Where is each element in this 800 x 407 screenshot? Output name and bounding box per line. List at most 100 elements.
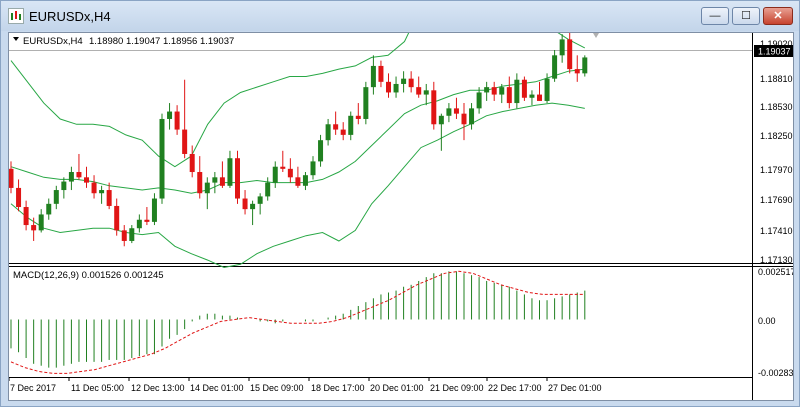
- candle-body: [295, 177, 301, 186]
- time-tick: 15 Dec 09:00: [250, 383, 304, 393]
- candle-body: [204, 182, 210, 194]
- candle-body: [23, 207, 29, 226]
- candle-body: [106, 190, 112, 206]
- candle-body: [401, 78, 407, 84]
- candle-body: [386, 81, 391, 93]
- candle-body: [514, 79, 520, 104]
- candle-body: [242, 198, 248, 210]
- candle-body: [136, 219, 142, 229]
- candle-body: [408, 78, 414, 88]
- candle-body: [469, 108, 475, 125]
- candle-body: [46, 203, 52, 215]
- candle-body: [476, 92, 482, 109]
- macd-label: MACD(12,26,9) 0.001526 0.001245: [13, 270, 164, 281]
- candle-body: [31, 225, 37, 231]
- time-tick: 7 Dec 2017: [10, 383, 56, 393]
- candle-body: [552, 55, 558, 79]
- candle-body: [537, 94, 542, 101]
- maximize-button[interactable]: ☐: [732, 7, 760, 25]
- macd-tick: -0.00283: [758, 368, 793, 378]
- price-tick: 1.17970: [760, 165, 793, 175]
- candle-body: [167, 111, 173, 119]
- candle-body: [363, 87, 369, 119]
- time-tick: 20 Dec 01:00: [370, 383, 424, 393]
- candle-body: [325, 124, 331, 141]
- maximize-icon: ☐: [741, 10, 751, 22]
- candle-body: [99, 190, 105, 194]
- macd-tick: 0.00: [758, 316, 776, 326]
- candle-body: [151, 198, 157, 222]
- chart-shift-marker[interactable]: [593, 33, 599, 38]
- candle-body: [91, 182, 97, 194]
- candle-body: [250, 203, 256, 210]
- candle-body: [416, 87, 422, 95]
- candle-body: [84, 177, 89, 183]
- minimize-icon: —: [709, 10, 721, 22]
- candle-body: [189, 153, 195, 173]
- time-tick: 22 Dec 17:00: [488, 383, 542, 393]
- candle-body: [197, 172, 203, 194]
- candle-body: [182, 129, 188, 154]
- candle-body: [370, 65, 376, 88]
- candle-body: [219, 177, 225, 186]
- candle-body: [484, 87, 490, 93]
- candle-body: [159, 118, 165, 199]
- candle-body: [529, 94, 535, 98]
- candle-body: [559, 39, 565, 56]
- close-button[interactable]: ✕: [763, 7, 793, 25]
- symbol-label: EURUSDx,H4: [23, 36, 83, 47]
- price-tick: 1.18810: [760, 74, 793, 84]
- candle-body: [310, 161, 316, 176]
- panel-collapse-icon[interactable]: [13, 37, 19, 41]
- candle-body: [302, 175, 308, 186]
- candle-body: [272, 166, 278, 183]
- candle-body: [582, 57, 588, 74]
- candle-body: [8, 168, 14, 188]
- minimize-button[interactable]: —: [701, 7, 729, 25]
- candle-body: [76, 172, 82, 178]
- macd-signal-line: [10, 270, 585, 374]
- macd-tick: 0.002517: [758, 267, 793, 277]
- candle-body: [174, 111, 180, 130]
- time-tick: 14 Dec 01:00: [190, 383, 244, 393]
- time-tick: 18 Dec 17:00: [311, 383, 365, 393]
- window-title: EURUSDx,H4: [29, 9, 111, 24]
- candle-body: [348, 115, 354, 135]
- candle-body: [61, 181, 67, 191]
- title-bar[interactable]: EURUSDx,H4 — ☐ ✕: [1, 1, 799, 31]
- candle-body: [521, 79, 527, 98]
- chart-area[interactable]: EURUSDx,H4 1.18980 1.19047 1.18956 1.190…: [8, 0, 796, 401]
- price-tick: 1.17690: [760, 195, 793, 205]
- chart-window: EURUSDx,H4 — ☐ ✕ EURUSDx,H4 1.18980 1.19…: [0, 0, 800, 407]
- price-tick: 1.17130: [760, 255, 793, 265]
- candle-body: [114, 205, 120, 231]
- candle-body: [68, 172, 74, 182]
- time-tick: 12 Dec 13:00: [131, 383, 185, 393]
- bands-upper-line: [10, 0, 586, 168]
- bollinger-bands: [10, 0, 586, 269]
- candle-body: [144, 219, 150, 222]
- candle-body: [438, 115, 444, 125]
- candle-body: [491, 87, 497, 95]
- candle-body: [506, 87, 512, 104]
- chart-canvas[interactable]: EURUSDx,H4 1.18980 1.19047 1.18956 1.190…: [8, 0, 796, 400]
- time-axis: 7 Dec 2017 11 Dec 05:00 12 Dec 13:00 14 …: [8, 377, 602, 393]
- price-tick: 1.18250: [760, 131, 793, 141]
- macd-histogram: [10, 271, 586, 368]
- candle-body: [453, 108, 459, 114]
- price-tick: 1.17410: [760, 226, 793, 236]
- time-tick: 27 Dec 01:00: [548, 383, 602, 393]
- candle-body: [121, 230, 127, 241]
- candle-body: [461, 113, 467, 125]
- candle-body: [446, 108, 452, 116]
- current-price-label: 1.19037: [758, 47, 791, 57]
- time-tick: 21 Dec 09:00: [430, 383, 484, 393]
- candle-body: [499, 87, 505, 95]
- candle-body: [287, 168, 293, 178]
- candle-body: [567, 39, 573, 70]
- time-tick: 11 Dec 05:00: [71, 383, 124, 393]
- candle-body: [212, 177, 218, 183]
- candle-body: [129, 228, 135, 241]
- chart-window-icon: [8, 8, 24, 24]
- candle-body: [227, 158, 233, 186]
